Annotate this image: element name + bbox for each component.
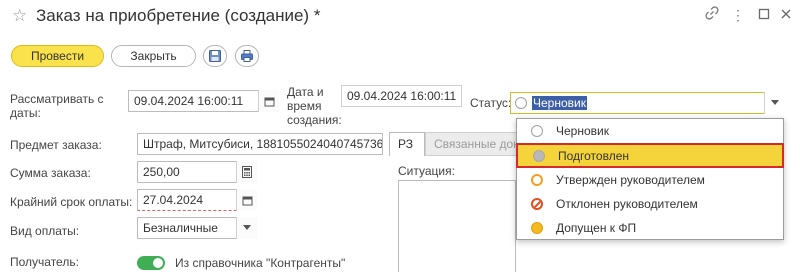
- payment-type-chevron-icon[interactable]: [236, 217, 257, 239]
- option-label: Отклонен руководителем: [556, 197, 698, 211]
- situation-textarea[interactable]: [398, 180, 516, 272]
- option-label: Черновик: [556, 124, 609, 138]
- more-icon[interactable]: ⋮: [729, 6, 747, 24]
- status-option-approved[interactable]: Утвержден руководителем: [517, 168, 783, 192]
- status-option-admitted[interactable]: Допущен к ФП: [517, 216, 783, 240]
- consider-from-value: 09.04.2024 16:00:11: [134, 94, 244, 108]
- status-dropdown: Черновик Подготовлен Утвержден руководит…: [516, 118, 784, 240]
- deadline-label: Крайний срок оплаты:: [10, 195, 133, 209]
- status-select[interactable]: Черновик: [510, 92, 785, 114]
- tab-related-documents[interactable]: Связанные документы: [425, 132, 517, 156]
- orange-filled-circle-icon: [531, 222, 543, 234]
- status-option-rejected[interactable]: Отклонен руководителем: [517, 192, 783, 216]
- empty-circle-icon: [531, 125, 543, 137]
- close-button[interactable]: Закрыть: [111, 45, 196, 67]
- tab-rz[interactable]: РЗ: [389, 132, 425, 156]
- created-label: Дата и время создания:: [287, 85, 342, 127]
- option-label: Допущен к ФП: [556, 221, 637, 235]
- amount-value: 250,00: [143, 165, 180, 179]
- status-option-prepared[interactable]: Подготовлен: [516, 143, 784, 168]
- close-icon[interactable]: [777, 6, 795, 24]
- calculator-icon[interactable]: [236, 161, 257, 183]
- option-label: Подготовлен: [558, 148, 629, 163]
- deadline-calendar-icon[interactable]: [236, 189, 257, 211]
- window-title: Заказ на приобретение (создание) *: [36, 6, 321, 25]
- option-label: Утвержден руководителем: [556, 173, 705, 187]
- status-label: Статус:: [470, 96, 512, 110]
- link-icon[interactable]: [703, 6, 721, 24]
- payment-type-value: Безналичные: [143, 221, 218, 235]
- favorite-star-icon[interactable]: ☆: [12, 6, 27, 26]
- post-button[interactable]: Провести: [11, 45, 104, 67]
- status-value: Черновик: [532, 96, 587, 110]
- recipient-toggle-label: Из справочника "Контрагенты": [175, 256, 346, 270]
- recipient-toggle[interactable]: [137, 256, 165, 270]
- calendar-icon[interactable]: [258, 90, 279, 112]
- created-value: 09.04.2024 16:00:11: [347, 89, 457, 103]
- toggle-knob: [153, 258, 163, 268]
- subject-value: Штраф, Митсубиси, 18810550240407457367: [143, 137, 383, 151]
- consider-from-field[interactable]: 09.04.2024 16:00:11: [128, 90, 279, 112]
- print-icon[interactable]: [235, 45, 259, 67]
- payment-type-label: Вид оплаты:: [10, 224, 80, 238]
- consider-from-label: Рассматривать с даты:: [10, 92, 104, 120]
- chevron-down-icon[interactable]: [764, 92, 785, 114]
- save-icon[interactable]: [203, 45, 227, 67]
- orange-ring-icon: [531, 174, 543, 186]
- status-draft-icon: [515, 97, 527, 109]
- situation-label: Ситуация:: [398, 164, 455, 178]
- deadline-value: 27.04.2024: [143, 193, 204, 207]
- gray-filled-circle-icon: [533, 149, 545, 162]
- recipient-label: Получатель:: [10, 255, 79, 269]
- subject-field[interactable]: Штраф, Митсубиси, 18810550240407457367: [137, 133, 383, 155]
- forbidden-icon: [531, 198, 543, 210]
- amount-label: Сумма заказа:: [10, 166, 91, 180]
- created-field: 09.04.2024 16:00:11: [341, 85, 462, 107]
- subject-label: Предмет заказа:: [10, 138, 102, 152]
- maximize-icon[interactable]: [755, 6, 773, 24]
- status-option-draft[interactable]: Черновик: [517, 119, 783, 143]
